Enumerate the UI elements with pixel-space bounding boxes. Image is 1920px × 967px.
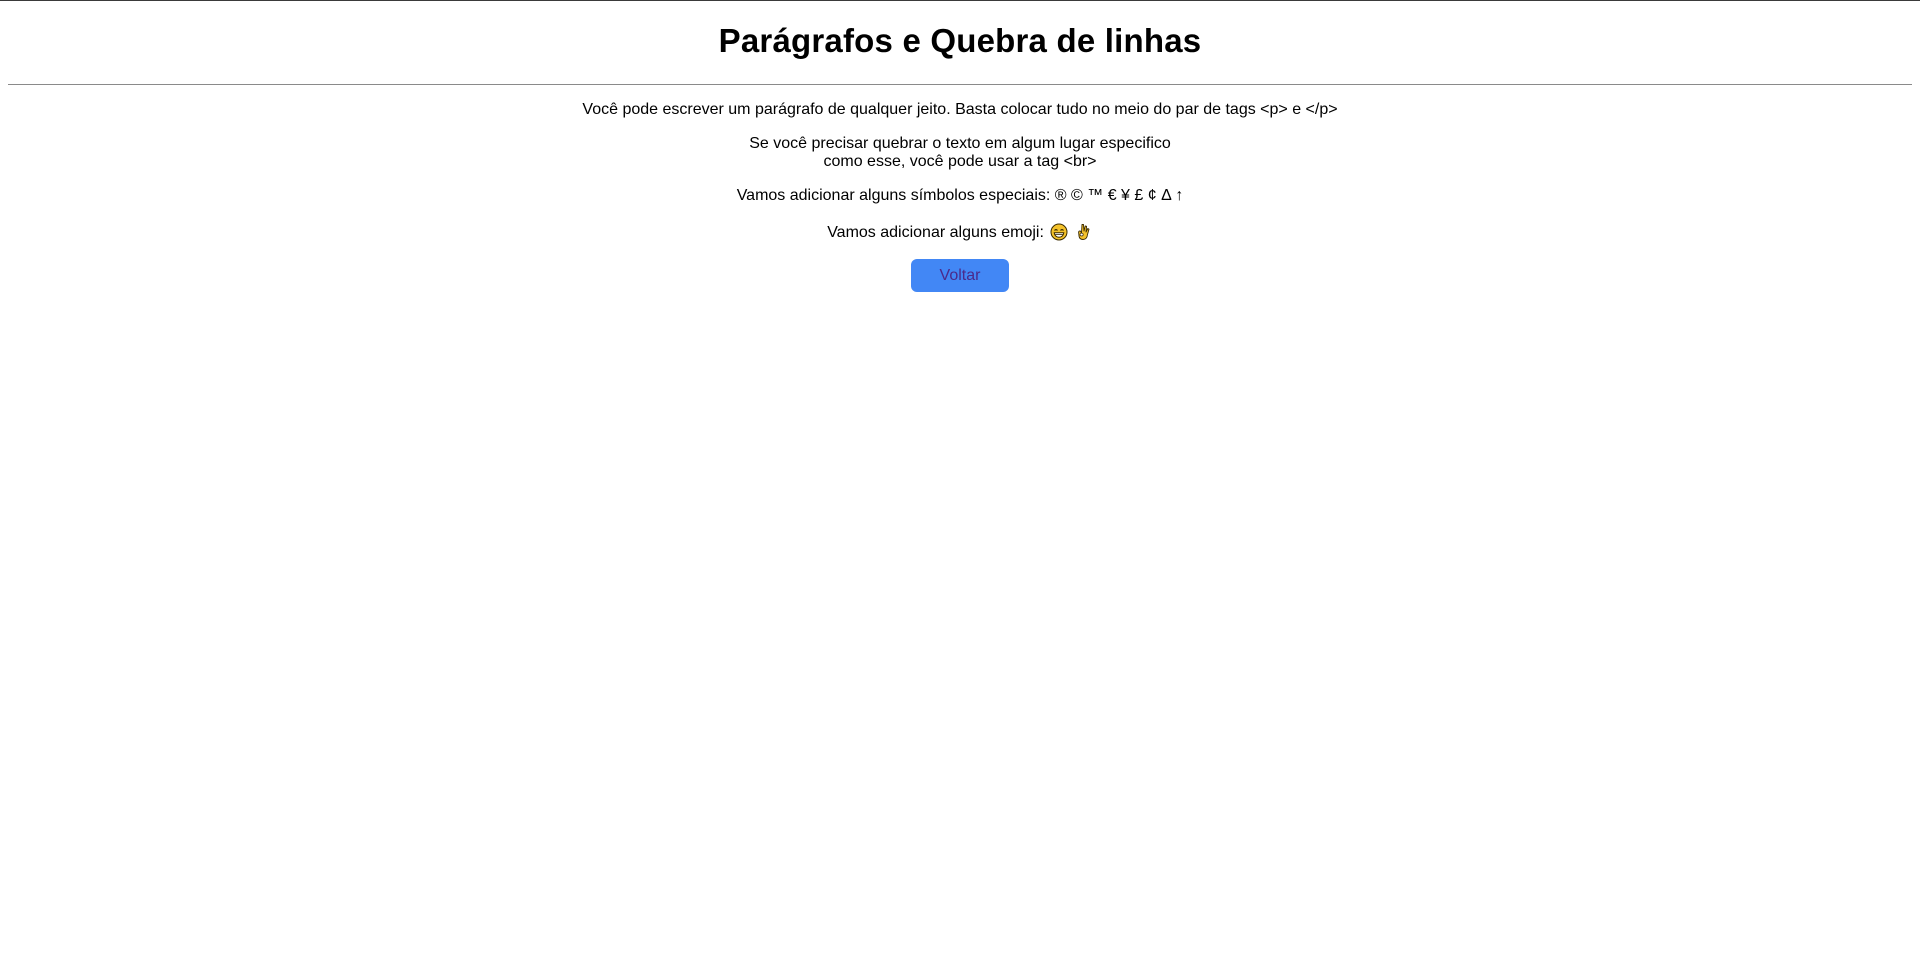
page-header: Parágrafos e Quebra de linhas [0,1,1920,60]
grinning-face-icon [1050,223,1068,241]
paragraph-line-break-line2: como esse, você pode usar a tag <br> [823,153,1097,170]
main-content: Você pode escrever um parágrafo de qualq… [0,85,1920,242]
paragraph-intro: Você pode escrever um parágrafo de qualq… [582,101,1338,118]
paragraph-emoji-text: Vamos adicionar alguns emoji: [827,224,1044,241]
paragraph-line-break: Se você precisar quebrar o texto em algu… [0,119,1920,171]
page-title: Parágrafos e Quebra de linhas [718,22,1202,59]
back-button[interactable]: Voltar [911,259,1009,292]
paragraph-special-symbols: Vamos adicionar alguns símbolos especiai… [736,187,1184,204]
paragraph-emoji: Vamos adicionar alguns emoji: [0,205,1920,242]
paragraph-line-break-line1: Se você precisar quebrar o texto em algu… [749,135,1171,152]
ok-hand-icon [1075,223,1093,241]
back-button-container: Voltar [0,242,1920,292]
